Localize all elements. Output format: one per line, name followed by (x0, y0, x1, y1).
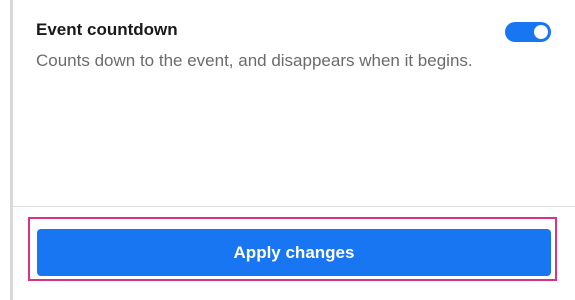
footer-divider (13, 206, 575, 207)
setting-description: Counts down to the event, and disappears… (36, 51, 473, 70)
event-countdown-toggle[interactable] (505, 22, 551, 42)
settings-panel: Event countdown Counts down to the event… (0, 0, 575, 300)
toggle-knob (534, 25, 548, 39)
apply-changes-button[interactable]: Apply changes (37, 229, 551, 276)
setting-title: Event countdown (36, 20, 178, 39)
event-countdown-setting: Event countdown Counts down to the event… (36, 18, 556, 72)
panel-left-border (10, 0, 13, 300)
